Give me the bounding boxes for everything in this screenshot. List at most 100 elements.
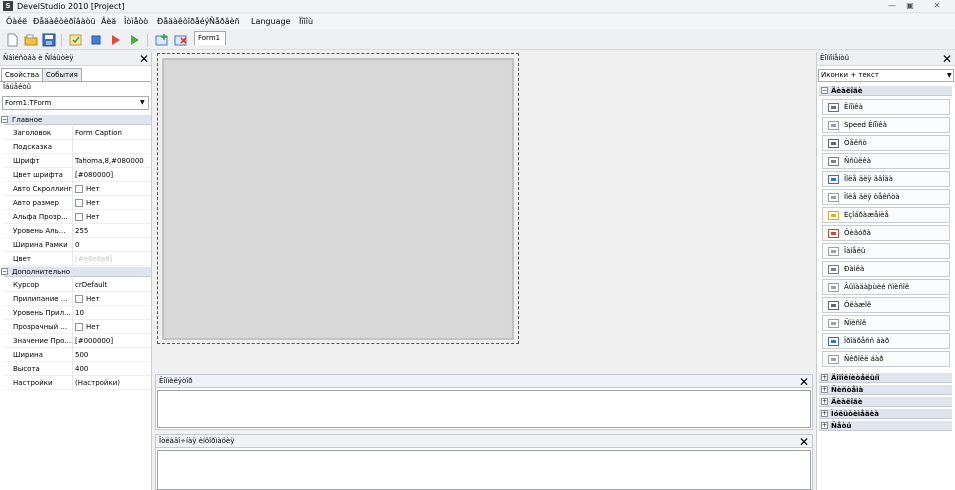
group-extra[interactable]: − Дополнительно bbox=[1, 267, 151, 277]
maximize-button[interactable]: ▣ bbox=[902, 0, 918, 12]
checkbox[interactable] bbox=[75, 199, 83, 207]
property-value[interactable]: (Настройки) bbox=[75, 376, 151, 390]
column-divider bbox=[72, 252, 73, 266]
property-row[interactable]: Авто Скроллинг Нет bbox=[4, 182, 151, 196]
property-row[interactable]: Цвет шрифта [#080000] bbox=[4, 168, 151, 182]
collapse-icon[interactable]: − bbox=[1, 116, 8, 123]
form1-client-area[interactable] bbox=[166, 62, 510, 336]
property-row[interactable]: Альфа Прозр... Нет bbox=[4, 210, 151, 224]
compile-icon[interactable] bbox=[69, 33, 83, 47]
component-progressbar[interactable]: Ïðîãðåññ áàð bbox=[822, 333, 950, 349]
menu-view[interactable]: Âèä bbox=[100, 16, 117, 27]
menu-help[interactable]: Ïîìîù bbox=[298, 16, 314, 27]
component-group[interactable]: + Ñèñòåìà bbox=[819, 385, 952, 395]
property-value[interactable]: [#000000] bbox=[75, 334, 151, 348]
component-listbox[interactable]: Ñïèñîê bbox=[822, 315, 950, 331]
tab-events[interactable]: События bbox=[42, 68, 82, 81]
property-value[interactable]: Tahoma,8,#080000 bbox=[75, 154, 151, 168]
component-panel[interactable]: Ïàíåëü bbox=[822, 243, 950, 259]
tab-form1[interactable]: Form1 bbox=[194, 31, 226, 45]
close-icon[interactable]: ✕ bbox=[942, 53, 952, 65]
property-row[interactable]: Шрифт Tahoma,8,#080000 bbox=[4, 154, 151, 168]
debug-run-icon[interactable] bbox=[127, 33, 141, 47]
property-value-text: (Настройки) bbox=[75, 379, 120, 387]
property-value[interactable]: [#080000] bbox=[75, 168, 151, 182]
close-window-button[interactable]: ✕ bbox=[928, 0, 946, 12]
property-value[interactable]: Нет bbox=[75, 182, 151, 196]
checkbox[interactable] bbox=[75, 185, 83, 193]
menu-file[interactable]: Ôàéë bbox=[5, 16, 28, 27]
tab-properties[interactable]: Свойства bbox=[1, 68, 44, 81]
property-row[interactable]: Высота 400 bbox=[4, 362, 151, 376]
property-row[interactable]: Уровень Аль... 255 bbox=[4, 224, 151, 238]
property-row[interactable]: Подсказка bbox=[4, 140, 151, 154]
property-row[interactable]: Уровень Прил... 10 bbox=[4, 306, 151, 320]
property-row[interactable]: Заголовок Form Caption bbox=[4, 126, 151, 140]
minimize-button[interactable]: — bbox=[884, 0, 900, 12]
component-frame[interactable]: Ðàìêà bbox=[822, 261, 950, 277]
property-value[interactable]: 255 bbox=[75, 224, 151, 238]
close-icon[interactable]: ✕ bbox=[139, 53, 149, 65]
property-value[interactable]: Нет bbox=[75, 292, 151, 306]
property-value[interactable]: Нет bbox=[75, 320, 151, 334]
add-form-icon[interactable] bbox=[155, 33, 169, 47]
group-main[interactable]: − Главное bbox=[1, 115, 151, 125]
open-folder-icon[interactable] bbox=[24, 33, 38, 47]
component-group[interactable]: + Ñåòü bbox=[819, 421, 952, 431]
view-mode-select[interactable]: Иконки + текст ▼ bbox=[818, 69, 954, 82]
property-value[interactable]: [#e8e8e8] bbox=[75, 252, 151, 266]
stop-icon[interactable] bbox=[89, 33, 103, 47]
component-image[interactable]: Èçîáðàæåíèå bbox=[822, 207, 950, 223]
component-group[interactable]: + Äèàëîãè bbox=[819, 397, 952, 407]
property-row[interactable]: Ширина 500 bbox=[4, 348, 151, 362]
component-checkbox[interactable]: Ôëàæîê bbox=[822, 297, 950, 313]
component-shape[interactable]: Ôèãóðà bbox=[822, 225, 950, 241]
component-scrollbar[interactable]: Ñêðîëë áàð bbox=[822, 351, 950, 367]
collapse-icon[interactable]: − bbox=[1, 268, 8, 275]
component-link[interactable]: Ññûëêà bbox=[822, 153, 950, 169]
property-value[interactable]: 0 bbox=[75, 238, 151, 252]
property-value[interactable]: Form Caption bbox=[75, 126, 151, 140]
remove-form-icon[interactable] bbox=[174, 33, 188, 47]
property-row[interactable]: Цвет [#e8e8e8] bbox=[4, 252, 151, 266]
property-row[interactable]: Авто размер Нет bbox=[4, 196, 151, 210]
group-dialogs-open[interactable]: − Äèàëîãè bbox=[819, 86, 952, 96]
component-group[interactable]: + Äîïîëíèòåëüíî bbox=[819, 373, 952, 383]
component-label[interactable]: Òåêñò bbox=[822, 135, 950, 151]
checkbox[interactable] bbox=[75, 323, 83, 331]
component-speed-button[interactable]: Speed Êíîïêà bbox=[822, 117, 950, 133]
object-select[interactable]: Form1:TForm ▼ bbox=[2, 96, 149, 110]
close-icon[interactable]: ✕ bbox=[799, 436, 809, 448]
checkbox[interactable] bbox=[75, 295, 83, 303]
property-value[interactable]: 10 bbox=[75, 306, 151, 320]
property-row[interactable]: Прилипание ... Нет bbox=[4, 292, 151, 306]
menu-service[interactable]: Ñåðâèñ bbox=[208, 16, 241, 27]
property-value[interactable]: crDefault bbox=[75, 278, 151, 292]
component-memo[interactable]: Ïîëå äëÿ òåêñòà bbox=[822, 189, 950, 205]
menu-marks[interactable]: Îòìåòò bbox=[123, 16, 149, 27]
component-edit[interactable]: Ïîëå äëÿ ââîäà bbox=[822, 171, 950, 187]
property-value[interactable]: 400 bbox=[75, 362, 151, 376]
menu-editors[interactable]: Ðåäàêòîðåéý bbox=[156, 16, 210, 27]
component-combobox[interactable]: Âûïàäàþùèé ñïèñîê bbox=[822, 279, 950, 295]
component-group[interactable]: + Ìóëüòèìåäèà bbox=[819, 409, 952, 419]
group-label: Ñåòü bbox=[831, 422, 852, 430]
save-icon[interactable] bbox=[42, 33, 56, 47]
debug-output[interactable] bbox=[157, 450, 811, 490]
property-row[interactable]: Значение Про... [#000000] bbox=[4, 334, 151, 348]
property-row[interactable]: Курсор crDefault bbox=[4, 278, 151, 292]
property-value[interactable]: Нет bbox=[75, 196, 151, 210]
property-value[interactable]: Нет bbox=[75, 210, 151, 224]
property-value[interactable]: 500 bbox=[75, 348, 151, 362]
property-row[interactable]: Ширина Рамки 0 bbox=[4, 238, 151, 252]
compiler-output[interactable] bbox=[157, 390, 811, 428]
menu-edit[interactable]: Ðåäàêòèðîâàòü bbox=[32, 16, 97, 27]
run-icon[interactable] bbox=[108, 33, 122, 47]
close-icon[interactable]: ✕ bbox=[799, 376, 809, 388]
property-row[interactable]: Настройки (Настройки) bbox=[4, 376, 151, 390]
component-button[interactable]: Êíîïêà bbox=[822, 99, 950, 115]
new-file-icon[interactable] bbox=[5, 33, 19, 47]
property-row[interactable]: Прозрачный ... Нет bbox=[4, 320, 151, 334]
checkbox[interactable] bbox=[75, 213, 83, 221]
menu-language[interactable]: Language bbox=[250, 16, 291, 27]
